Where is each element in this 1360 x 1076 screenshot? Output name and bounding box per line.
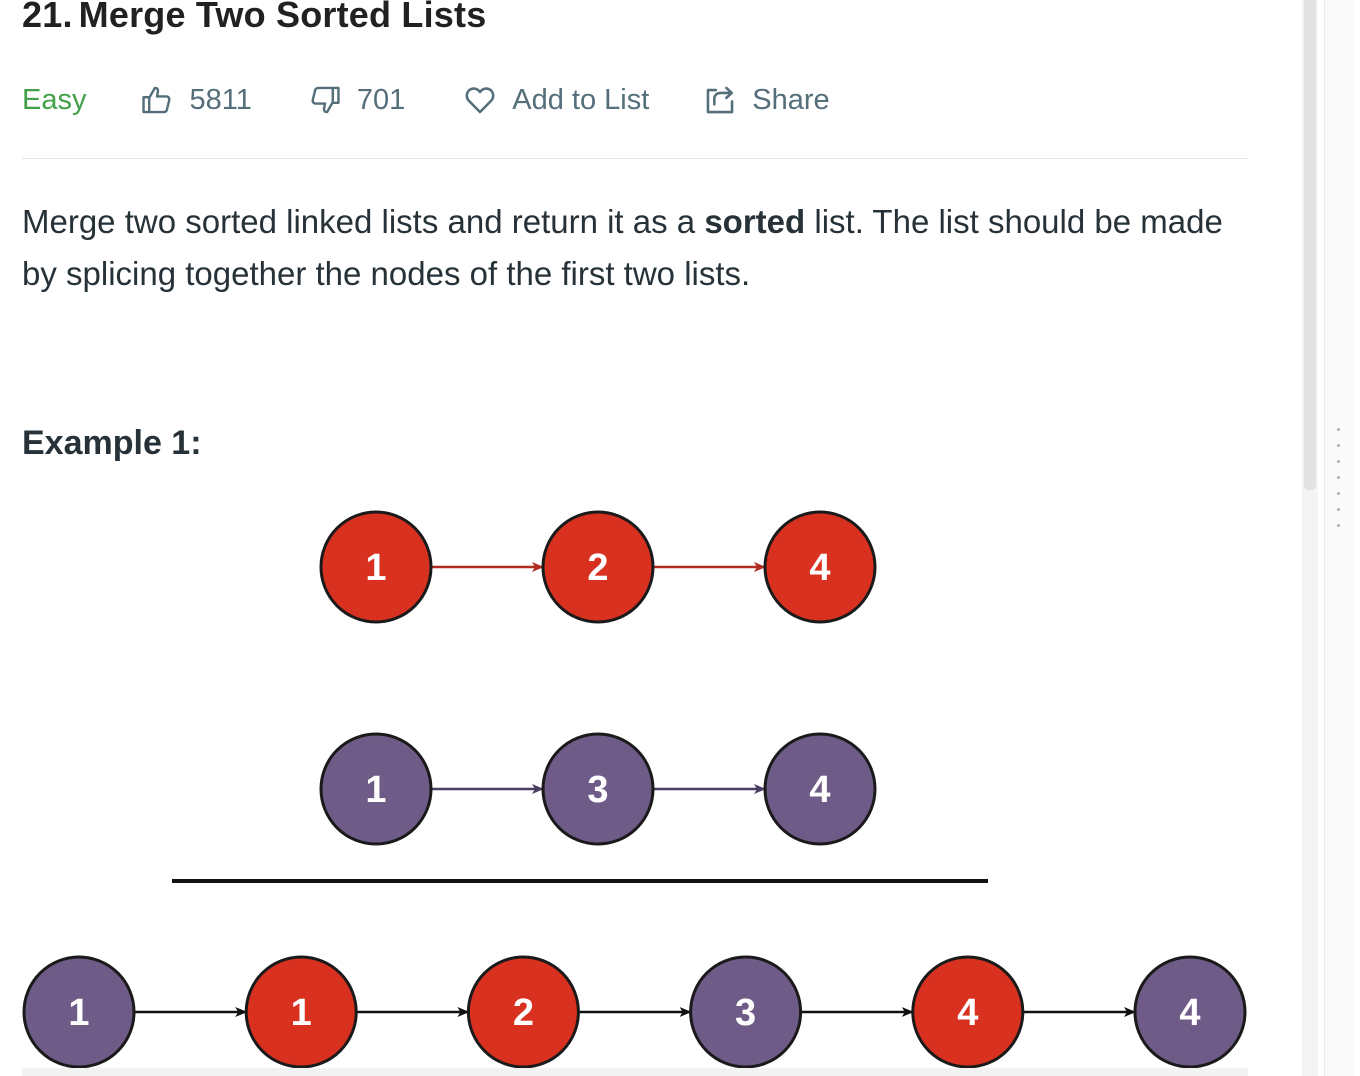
share-icon xyxy=(703,83,737,117)
problem-title: 21. Merge Two Sorted Lists xyxy=(22,0,486,36)
merged-node-2-label: 1 xyxy=(291,992,312,1034)
list2-node-1-label: 1 xyxy=(365,769,386,811)
list2-node-1-circle xyxy=(319,732,433,846)
list1-node-3-label: 4 xyxy=(809,547,830,589)
list1-node-1-label: 1 xyxy=(365,547,386,589)
add-to-list-button[interactable]: Add to List xyxy=(463,83,649,117)
add-to-list-label: Add to List xyxy=(512,83,650,116)
share-label: Share xyxy=(752,83,830,116)
merged-node-5-circle xyxy=(911,955,1025,1069)
problem-title-text: Merge Two Sorted Lists xyxy=(78,0,487,35)
merged-node-1: 1 xyxy=(22,955,136,1069)
merged-node-1-label: 1 xyxy=(68,992,89,1034)
list2-node-2: 3 xyxy=(541,732,655,846)
resize-grip-dot xyxy=(1337,444,1340,447)
list2-node-3-label: 4 xyxy=(809,769,830,811)
description-text-1: Merge two sorted linked lists and return… xyxy=(22,203,705,240)
resize-grip-dot xyxy=(1337,492,1340,495)
example-heading: Example 1: xyxy=(22,424,202,462)
list2-node-2-circle xyxy=(541,732,655,846)
merged-node-5-label: 4 xyxy=(957,992,978,1034)
merge-example-diagram: 1 2 4 1 3 4 1 1 2 3 4 4 xyxy=(22,510,1247,1069)
merged-node-3-circle xyxy=(466,955,580,1069)
resize-grip-dot xyxy=(1337,524,1340,527)
like-count: 5811 xyxy=(189,83,252,116)
list1-node-3-circle xyxy=(763,510,877,624)
difficulty-label: Easy xyxy=(22,83,87,116)
merged-node-6-label: 4 xyxy=(1179,992,1200,1034)
dislike-count: 701 xyxy=(356,83,406,116)
list1-node-2-circle xyxy=(541,510,655,624)
share-button[interactable]: Share xyxy=(703,83,830,117)
list1-node-1: 1 xyxy=(319,510,433,624)
description-bold-sorted: sorted xyxy=(704,203,806,240)
merged-node-6-circle xyxy=(1133,955,1247,1069)
merged-node-6: 4 xyxy=(1133,955,1247,1069)
list1-node-2-label: 2 xyxy=(587,547,608,589)
problem-page: 21. Merge Two Sorted Lists Easy 5811 701… xyxy=(0,0,1360,1076)
panel-resize-handle[interactable] xyxy=(1324,0,1353,1076)
header-divider xyxy=(22,158,1248,159)
merged-node-4-circle xyxy=(689,955,803,1069)
resize-grip-dot xyxy=(1337,460,1340,463)
resize-grip-dot xyxy=(1337,476,1340,479)
problem-description: Merge two sorted linked lists and return… xyxy=(22,196,1248,300)
merged-node-3: 2 xyxy=(466,955,580,1069)
list1-node-2: 2 xyxy=(541,510,655,624)
list2-node-3-circle xyxy=(763,732,877,846)
like-button[interactable]: 5811 xyxy=(140,83,252,117)
thumbs-down-icon xyxy=(308,83,342,117)
list1-node-3: 4 xyxy=(763,510,877,624)
merged-node-1-circle xyxy=(22,955,136,1069)
merged-node-4-label: 3 xyxy=(735,992,756,1034)
list2-node-2-label: 3 xyxy=(587,769,608,811)
heart-icon xyxy=(463,83,497,117)
resize-grip-dot xyxy=(1337,428,1340,431)
merged-node-2: 1 xyxy=(244,955,358,1069)
merged-node-3-label: 2 xyxy=(513,992,534,1034)
merged-node-5: 4 xyxy=(911,955,1025,1069)
list1-node-1-circle xyxy=(319,510,433,624)
merged-node-2-circle xyxy=(244,955,358,1069)
problem-meta-bar: Easy 5811 701 Add to List Share xyxy=(22,78,830,122)
scrollbar-thumb[interactable] xyxy=(1304,0,1316,490)
list2-node-1: 1 xyxy=(319,732,433,846)
example-box-edge xyxy=(22,1068,1248,1076)
merged-node-4: 3 xyxy=(689,955,803,1069)
problem-number: 21. xyxy=(22,0,73,35)
thumbs-up-icon xyxy=(140,83,174,117)
list2-node-3: 4 xyxy=(763,732,877,846)
resize-grip-dot xyxy=(1337,508,1340,511)
dislike-button[interactable]: 701 xyxy=(308,83,405,117)
